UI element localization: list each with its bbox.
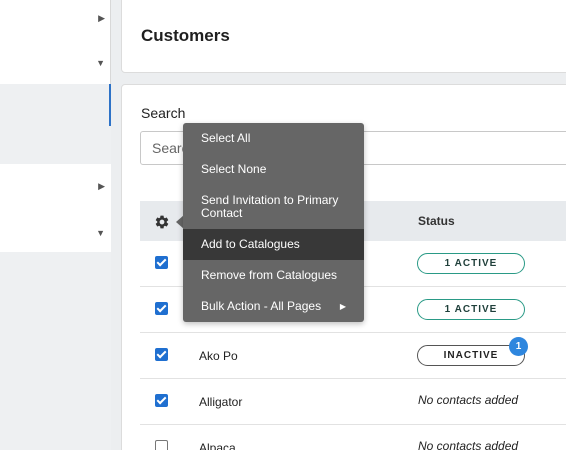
- page-title: Customers: [141, 26, 230, 45]
- sidebar-submenu: [0, 252, 111, 450]
- menu-item-bulk-action-all-pages[interactable]: Bulk Action - All Pages ▶: [183, 291, 364, 322]
- status-badge: 1 ACTIVE: [417, 299, 525, 320]
- menu-item-label: Bulk Action - All Pages: [201, 299, 322, 313]
- menu-item-select-none[interactable]: Select None: [183, 154, 364, 185]
- menu-item-select-all[interactable]: Select All: [183, 123, 364, 154]
- search-label: Search: [141, 105, 186, 121]
- sidebar-item-selected[interactable]: [0, 84, 111, 126]
- customer-name[interactable]: Alligator: [199, 395, 242, 409]
- row-checkbox[interactable]: [155, 256, 168, 269]
- row-checkbox[interactable]: [155, 440, 168, 450]
- table-row[interactable]: Ako Po INACTIVE 1: [140, 333, 566, 379]
- status-text: No contacts added: [418, 439, 519, 450]
- menu-item-send-invitation[interactable]: Send Invitation to Primary Contact: [183, 185, 364, 229]
- table-row[interactable]: Alpaca No contacts added: [140, 425, 566, 450]
- chevron-down-icon: ▼: [96, 228, 105, 238]
- gear-icon[interactable]: [154, 214, 170, 230]
- notification-count-badge: 1: [509, 337, 528, 356]
- sidebar-item[interactable]: [0, 126, 111, 164]
- page-header: Customers: [121, 0, 566, 73]
- customer-name[interactable]: Alpaca: [199, 441, 236, 450]
- customer-name[interactable]: Ako Po: [199, 349, 238, 363]
- chevron-right-icon: ▶: [98, 13, 105, 23]
- sidebar-item[interactable]: ▼: [0, 40, 111, 84]
- table-row[interactable]: Alligator No contacts added: [140, 379, 566, 425]
- sidebar-item[interactable]: ▶: [0, 0, 111, 40]
- sidebar: ▶ ▼ ▶ ▼: [0, 0, 111, 450]
- row-checkbox[interactable]: [155, 348, 168, 361]
- sidebar-item[interactable]: ▶: [0, 164, 111, 208]
- menu-item-add-to-catalogues[interactable]: Add to Catalogues: [183, 229, 364, 260]
- triangle-right-icon: ▶: [339, 302, 346, 311]
- row-checkbox[interactable]: [155, 394, 168, 407]
- sidebar-item[interactable]: ▼: [0, 208, 111, 252]
- column-header-status[interactable]: Status: [418, 214, 455, 228]
- chevron-right-icon: ▶: [98, 181, 105, 191]
- bulk-action-menu: Select All Select None Send Invitation t…: [183, 123, 364, 322]
- menu-item-remove-from-catalogues[interactable]: Remove from Catalogues: [183, 260, 364, 291]
- status-badge: 1 ACTIVE: [417, 253, 525, 274]
- status-text: No contacts added: [418, 393, 519, 407]
- row-checkbox[interactable]: [155, 302, 168, 315]
- chevron-down-icon: ▼: [96, 58, 105, 68]
